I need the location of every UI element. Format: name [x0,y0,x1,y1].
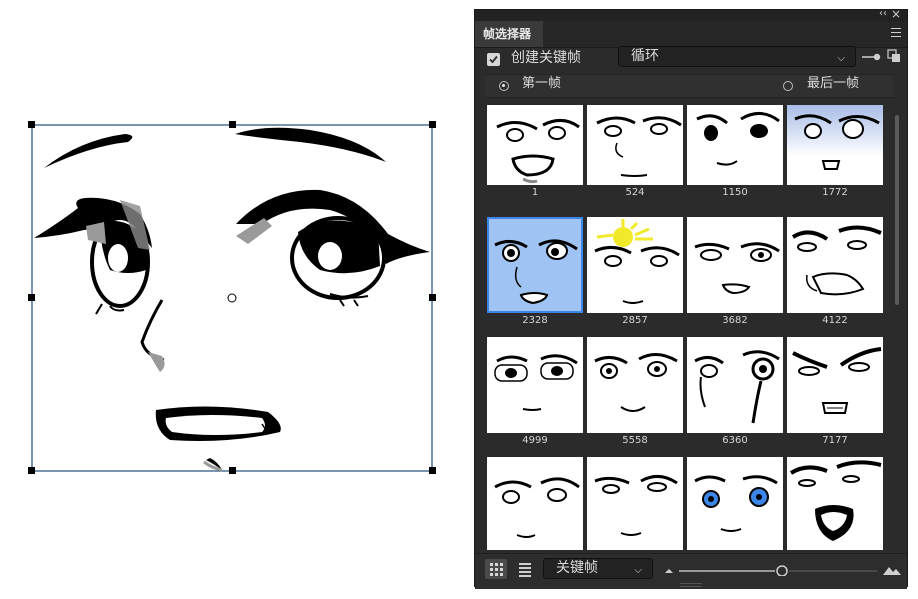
frame-thumbnail[interactable]: 524 [587,105,683,207]
frame-number: 5558 [622,435,648,446]
frame-picker-panel: ‹‹ × 帧选择器 创建关键帧 循环 ⌵ 第一帧 最后一帧 1 524 1150 [474,8,908,589]
grid-view-button[interactable] [485,559,507,579]
slider-knob [776,565,788,576]
frame-thumbnail[interactable]: 1150 [687,105,783,207]
frame-thumbnail[interactable]: 1 [487,105,583,207]
frame-number: 2328 [522,315,548,326]
frame-thumbnail[interactable]: 1772 [787,105,883,207]
frame-number: 524 [625,187,645,198]
center-point[interactable] [227,293,237,303]
frame-number: 4122 [822,315,848,326]
first-frame-label: 第一帧 [522,76,562,91]
large-mountain-icon [883,567,901,575]
last-frame-label: 最后一帧 [807,76,860,91]
hamburger-menu-icon[interactable] [891,28,901,38]
create-keyframe-label: 创建关键帧 [511,50,581,66]
face-artwork[interactable] [0,0,470,595]
frame-thumbnail[interactable]: 7177 [787,337,883,455]
right-eye [236,189,430,307]
right-eyebrow [235,127,386,162]
copy-icon[interactable] [887,49,901,63]
frame-thumbnail[interactable]: 2857 [587,217,683,335]
mouth [155,406,281,472]
frame-thumbnail[interactable]: 3682 [687,217,783,335]
frame-number: 6360 [722,435,748,446]
list-view-icon [519,563,531,577]
panel-tab-bar: 帧选择器 [475,21,907,48]
frame-number: 1 [531,187,539,198]
frame-thumbnail[interactable] [587,457,683,550]
frame-thumbnail[interactable]: 4999 [487,337,583,455]
frame-number: 4999 [522,435,548,446]
frame-thumbnail[interactable] [687,457,783,550]
list-view-button[interactable] [514,559,536,579]
left-eyebrow [44,134,133,168]
view-mode-select[interactable]: 关键帧 ⌵ [543,558,653,579]
frame-thumbnail[interactable] [487,457,583,550]
check-icon [489,55,498,64]
frame-number: 1150 [722,187,748,198]
view-mode-value: 关键帧 [556,560,598,576]
resize-grip[interactable] [680,583,702,587]
frame-number: 1772 [822,187,848,198]
frame-thumbnail-selected[interactable]: 2328 [487,217,583,335]
nose [140,299,165,362]
scrollbar-thumb[interactable] [895,115,899,305]
panel-top-strip: ‹‹ × [475,8,907,21]
tab-frame-picker[interactable]: 帧选择器 [475,21,544,47]
first-frame-radio[interactable] [499,81,509,91]
grid-scrollbar[interactable] [893,105,903,550]
loop-mode-value: 循环 [631,48,659,64]
frame-thumbnail-grid: 1 524 1150 1772 2328 2857 3682 4122 4999… [483,105,888,550]
frame-thumbnail[interactable] [787,457,883,550]
frame-number: 7177 [822,435,848,446]
collapse-icon[interactable]: ‹‹ [879,8,887,20]
frame-thumbnail[interactable]: 5558 [587,337,683,455]
frame-number: 2857 [622,315,648,326]
close-icon[interactable]: × [891,8,901,20]
pin-icon[interactable] [862,53,882,61]
last-frame-radio[interactable] [783,81,793,91]
nose-shadow [148,352,165,372]
frame-number: 3682 [722,315,748,326]
panel-bottom-bar: 关键帧 ⌵ [475,553,907,589]
small-mountain-icon [665,569,673,573]
frame-thumbnail[interactable]: 4122 [787,217,883,335]
loop-mode-select[interactable]: 循环 ⌵ [618,46,856,67]
frame-thumbnail[interactable]: 6360 [687,337,783,455]
thumbnail-size-slider[interactable] [665,562,901,576]
chevron-down-icon: ⌵ [634,565,642,576]
chevron-down-icon: ⌵ [837,53,845,64]
left-eye [34,197,152,315]
create-keyframe-checkbox[interactable] [487,53,500,66]
grid-view-icon [490,563,503,576]
canvas-artboard [0,0,470,595]
